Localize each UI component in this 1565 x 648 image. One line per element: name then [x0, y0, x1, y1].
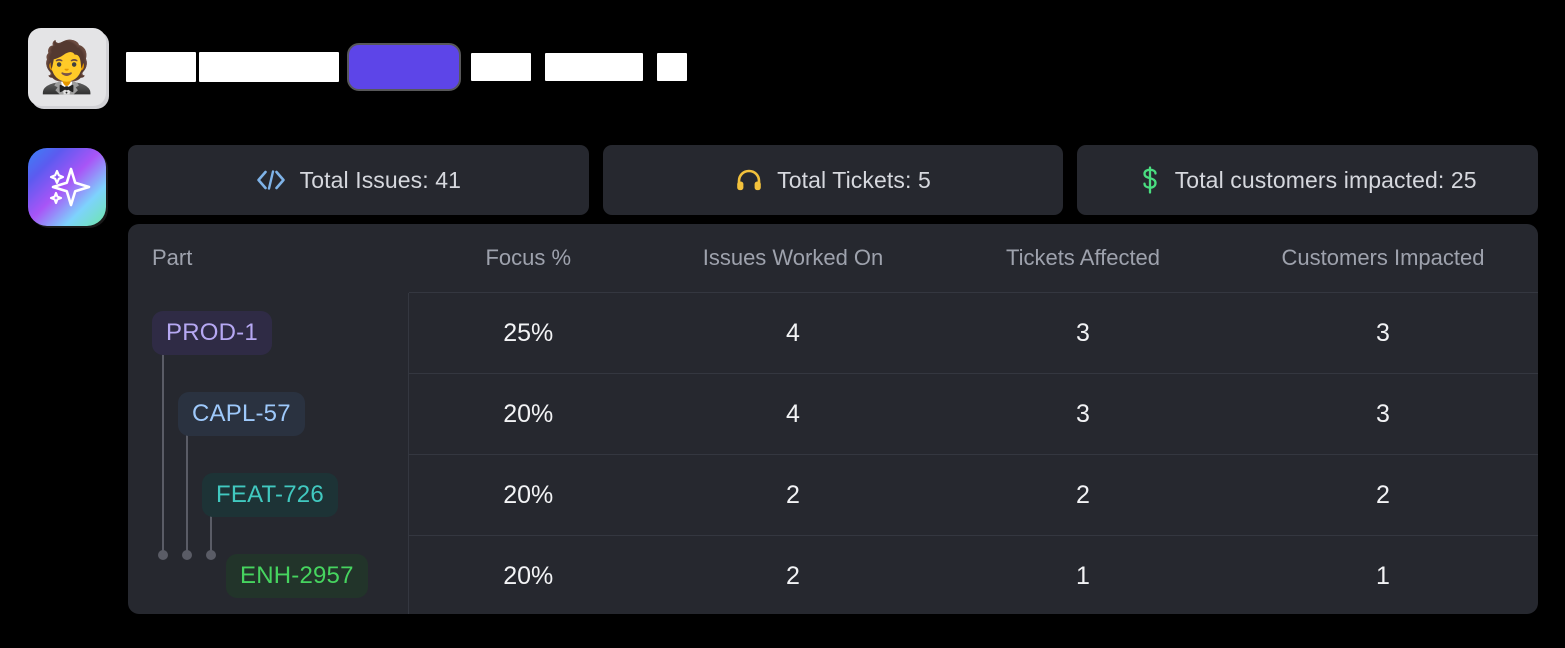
cell-tickets-affected: 1 [938, 535, 1228, 614]
cell-issues-worked-on: 4 [648, 373, 938, 455]
column-header-issues-worked-on[interactable]: Issues Worked On [648, 224, 938, 293]
avatar: 🤵 [28, 28, 106, 106]
mention-badge[interactable] [347, 43, 461, 91]
part-chip-feat-726[interactable]: FEAT-726 [202, 473, 338, 517]
redacted-text-block [657, 53, 687, 81]
redacted-text-block [126, 52, 196, 82]
redacted-text-block [199, 52, 339, 82]
table-row: ENH-2957 20% 2 1 1 [128, 535, 1538, 614]
app-screen: 🤵 Total Issues: 41 Total Tickets: 5 Tota… [0, 0, 1565, 648]
ai-sparkles-icon [28, 148, 106, 226]
summary-stats-row: Total Issues: 41 Total Tickets: 5 Total … [128, 145, 1539, 215]
cell-part: CAPL-57 [128, 373, 409, 455]
cell-focus-percent: 20% [408, 535, 648, 614]
cell-focus-percent: 20% [408, 373, 648, 455]
redacted-message-text [126, 28, 687, 106]
code-brackets-icon [256, 169, 286, 191]
redacted-text-block [545, 53, 643, 81]
cell-tickets-affected: 2 [938, 454, 1228, 536]
cell-tickets-affected: 3 [938, 292, 1228, 374]
column-header-focus-percent[interactable]: Focus % [408, 224, 648, 293]
cell-focus-percent: 20% [408, 454, 648, 536]
part-chip-enh-2957[interactable]: ENH-2957 [226, 553, 368, 598]
stat-label: Total customers impacted: 25 [1174, 166, 1477, 193]
cell-customers-impacted: 2 [1228, 454, 1538, 536]
cell-customers-impacted: 3 [1228, 373, 1538, 455]
stat-card-total-issues[interactable]: Total Issues: 41 [128, 145, 589, 215]
cell-part: FEAT-726 [128, 454, 409, 536]
cell-focus-percent: 25% [408, 292, 648, 374]
table-header-row: Part Focus % Issues Worked On Tickets Af… [128, 224, 1538, 293]
column-header-customers-impacted[interactable]: Customers Impacted [1228, 224, 1538, 293]
part-chip-capl-57[interactable]: CAPL-57 [178, 392, 305, 436]
cell-issues-worked-on: 2 [648, 454, 938, 536]
cell-part: ENH-2957 [128, 535, 409, 614]
table-row: PROD-1 25% 4 3 3 [128, 292, 1538, 374]
cell-customers-impacted: 3 [1228, 292, 1538, 374]
stat-label: Total Issues: 41 [299, 166, 462, 193]
dollar-sign-icon [1139, 165, 1161, 195]
column-header-part[interactable]: Part [128, 224, 408, 293]
column-header-tickets-affected[interactable]: Tickets Affected [938, 224, 1228, 293]
table-row: CAPL-57 20% 4 3 3 [128, 373, 1538, 455]
parts-table: Part Focus % Issues Worked On Tickets Af… [128, 224, 1538, 614]
table-row: FEAT-726 20% 2 2 2 [128, 454, 1538, 536]
cell-issues-worked-on: 2 [648, 535, 938, 614]
stat-label: Total Tickets: 5 [777, 166, 931, 193]
redacted-text-block [471, 53, 531, 81]
person-with-hat-avatar-icon: 🤵 [35, 39, 99, 95]
user-message-row: 🤵 [28, 28, 1538, 108]
part-chip-prod-1[interactable]: PROD-1 [152, 311, 272, 355]
stat-card-customers-impacted[interactable]: Total customers impacted: 25 [1077, 145, 1539, 215]
cell-part: PROD-1 [128, 292, 409, 374]
cell-issues-worked-on: 4 [648, 292, 938, 374]
cell-tickets-affected: 3 [938, 373, 1228, 455]
headphones-icon [735, 167, 763, 193]
stat-card-total-tickets[interactable]: Total Tickets: 5 [602, 145, 1064, 215]
cell-customers-impacted: 1 [1228, 535, 1538, 614]
